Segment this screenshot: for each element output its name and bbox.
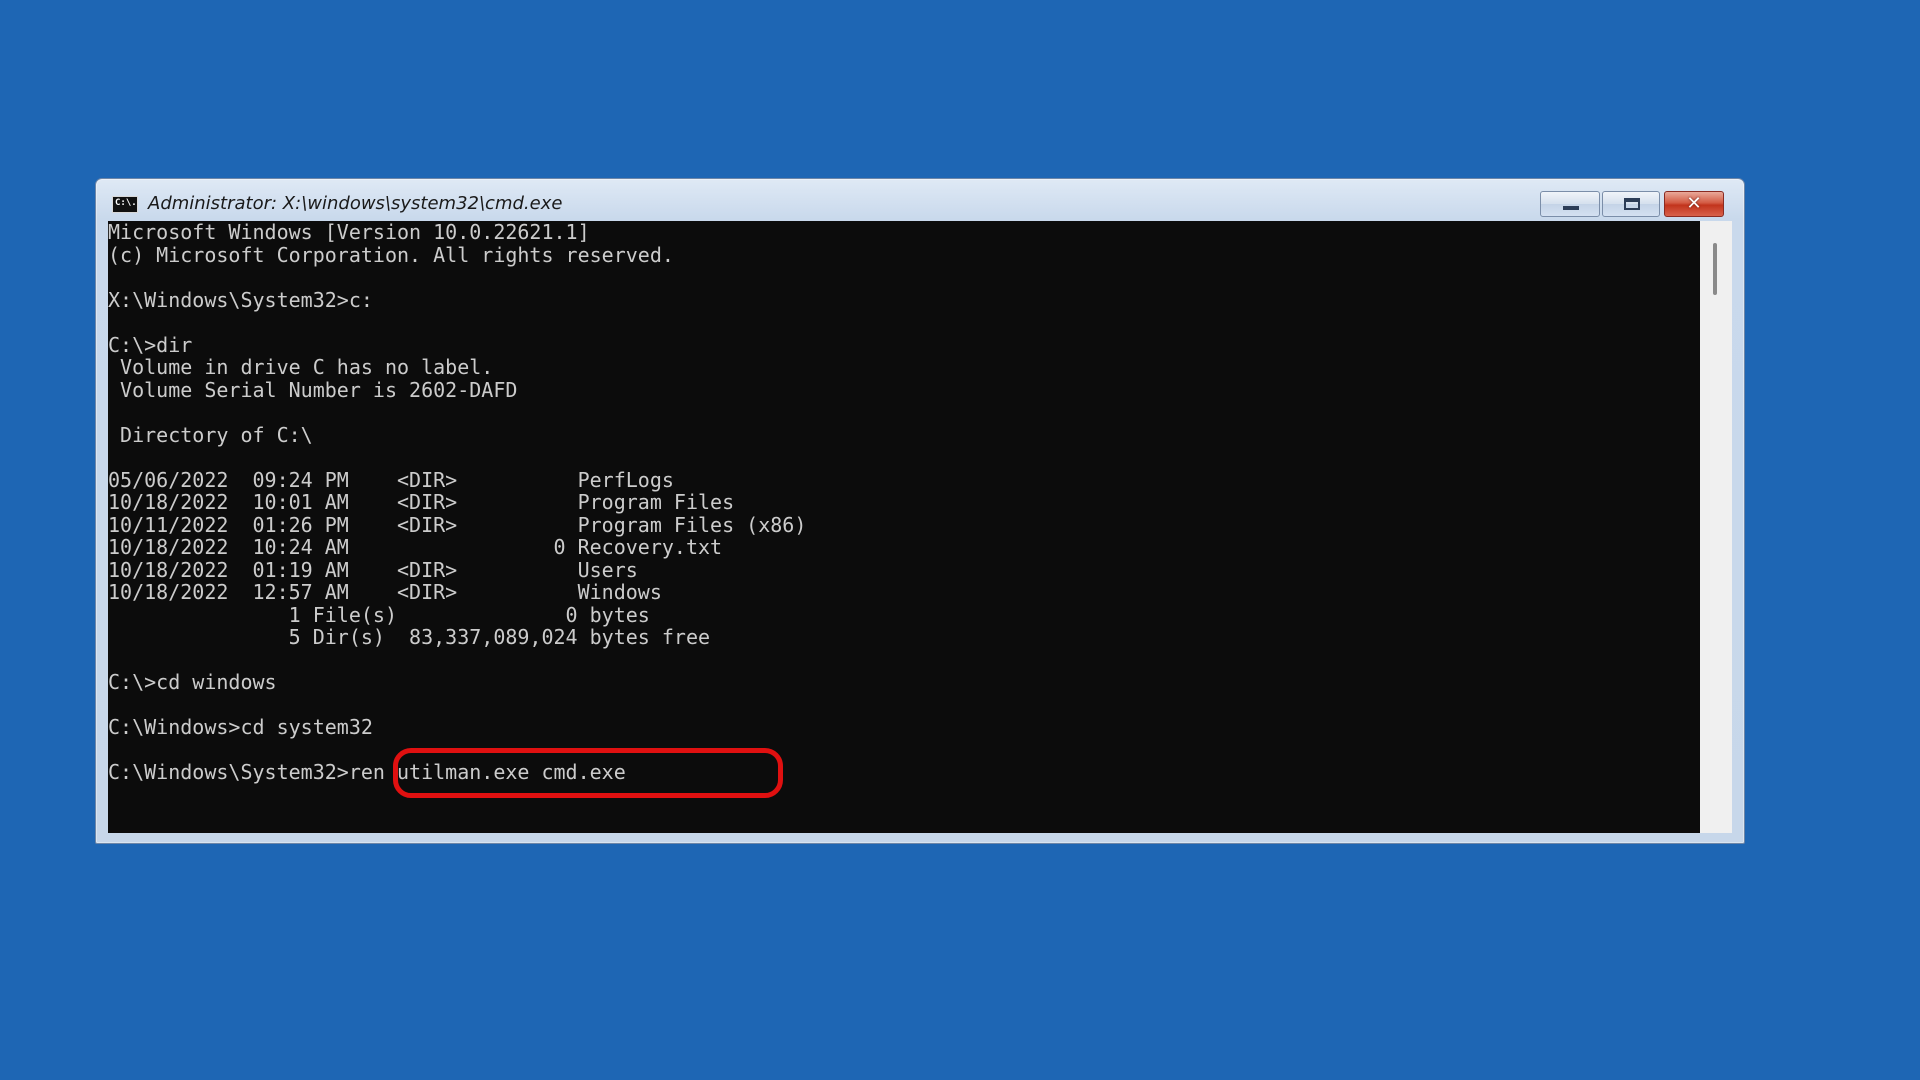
cmd-icon[interactable]: C:\. — [112, 196, 138, 213]
console-line: X:\Windows\System32>c: — [108, 287, 373, 312]
console-line: Microsoft Windows [Version 10.0.22621.1] — [108, 221, 590, 244]
console-line: Volume in drive C has no label. — [108, 355, 494, 379]
scrollbar-thumb[interactable] — [1713, 243, 1717, 295]
console-output[interactable]: Microsoft Windows [Version 10.0.22621.1]… — [108, 221, 1700, 833]
title-bar[interactable]: C:\. Administrator: X:\windows\system32\… — [96, 179, 1744, 221]
console-text: Microsoft Windows [Version 10.0.22621.1]… — [108, 221, 806, 784]
vertical-scrollbar[interactable] — [1700, 221, 1732, 833]
command-highlight-ring — [393, 748, 783, 798]
console-line: (c) Microsoft Corporation. All rights re… — [108, 242, 674, 267]
minimize-button[interactable] — [1540, 191, 1600, 217]
console-line: 10/18/2022 10:01 AM <DIR> Program Files — [108, 490, 735, 514]
cmd-window[interactable]: C:\. Administrator: X:\windows\system32\… — [95, 178, 1745, 844]
close-icon: ✕ — [1686, 193, 1702, 214]
console-line: 05/06/2022 09:24 PM <DIR> PerfLogs — [108, 467, 674, 492]
console-line: 10/18/2022 12:57 AM <DIR> Windows — [108, 580, 662, 604]
console-line: 10/18/2022 10:24 AM 0 Recovery.txt — [108, 535, 723, 559]
console-line: Directory of C:\ — [108, 422, 313, 447]
console-line: Volume Serial Number is 2602-DAFD — [108, 377, 518, 402]
close-button[interactable]: ✕ — [1664, 191, 1724, 217]
console-line: 10/11/2022 01:26 PM <DIR> Program Files … — [108, 512, 807, 537]
maximize-button[interactable] — [1602, 191, 1660, 217]
maximize-icon — [1624, 198, 1640, 210]
desktop-background: C:\. Administrator: X:\windows\system32\… — [0, 0, 1920, 1080]
console-line: 10/18/2022 01:19 AM <DIR> Users — [108, 557, 638, 582]
console-line: 5 Dir(s) 83,337,089,024 bytes free — [108, 625, 711, 649]
console-line: 1 File(s) 0 bytes — [108, 602, 650, 627]
console-line: C:\>dir — [108, 332, 193, 357]
window-title: Administrator: X:\windows\system32\cmd.e… — [148, 193, 563, 214]
minimize-icon — [1563, 206, 1579, 210]
console-line: C:\>cd windows — [108, 670, 277, 694]
console-line: C:\Windows>cd system32 — [108, 715, 373, 739]
